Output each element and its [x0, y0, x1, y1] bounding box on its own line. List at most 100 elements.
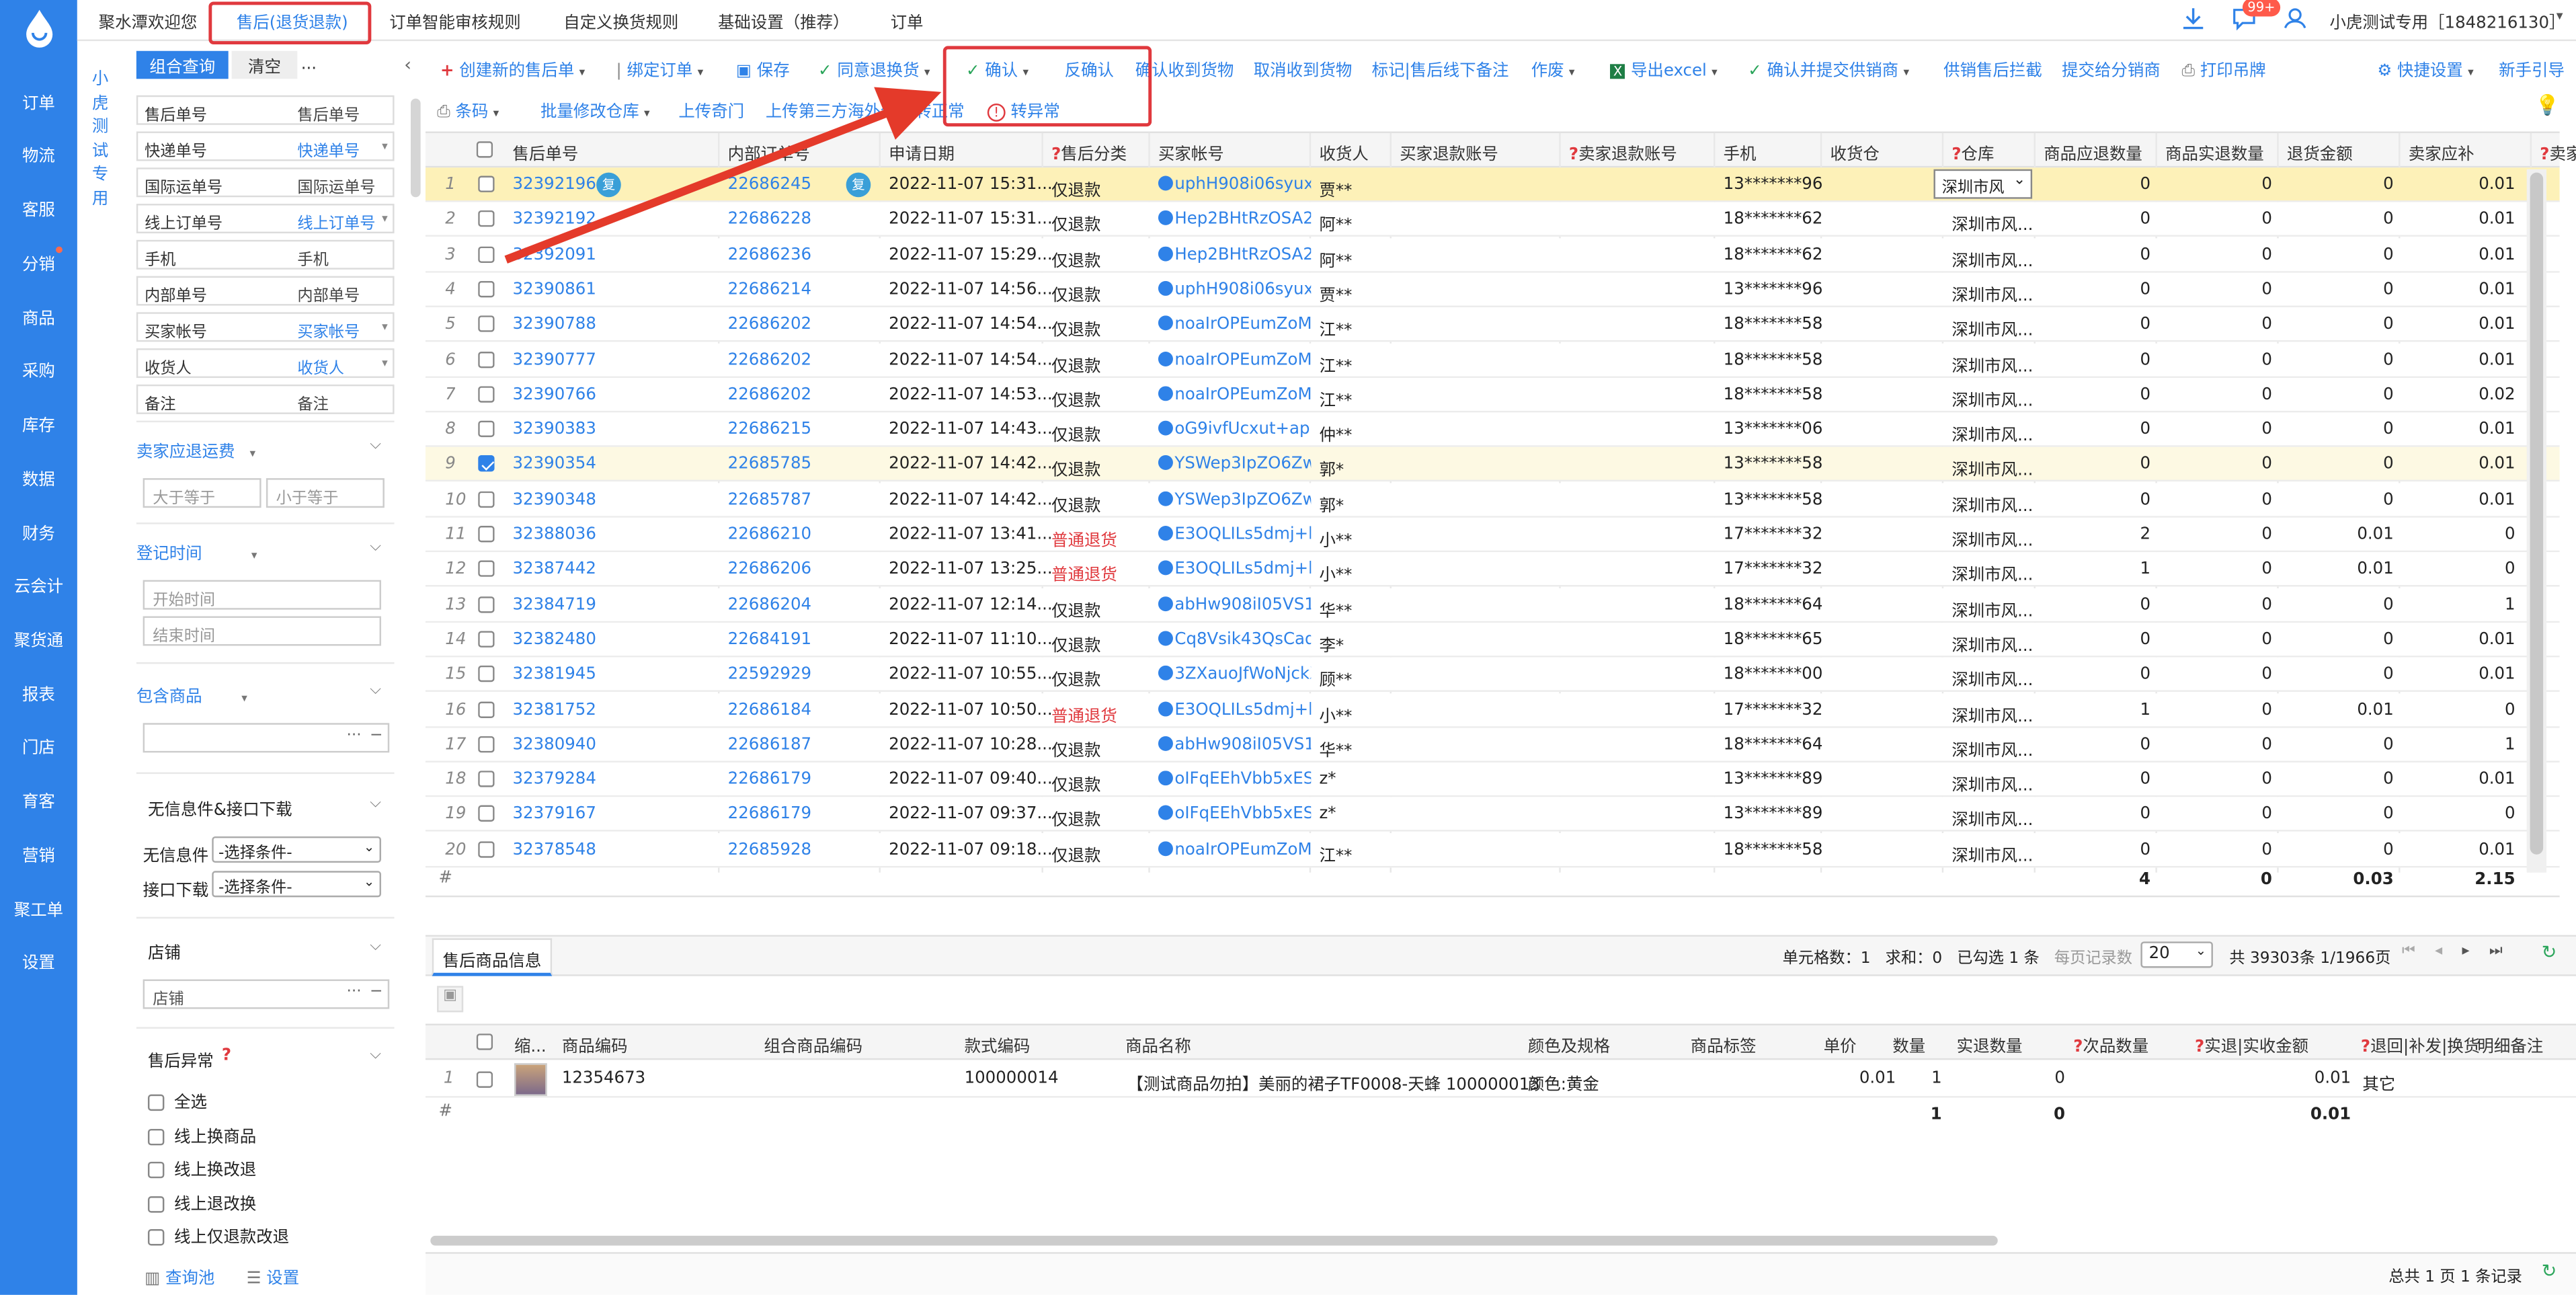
row-checkbox[interactable] [478, 420, 495, 439]
nav-item-0[interactable]: 订单 [0, 89, 77, 114]
filter-field-input[interactable]: 线上订单号 [297, 210, 375, 233]
filter-settings-button[interactable]: ☰ 设置 [247, 1263, 300, 1288]
chevron-down-icon[interactable]: ▾ [382, 212, 388, 225]
help-icon[interactable]: ? [1951, 147, 1961, 165]
table-row[interactable]: 11 32388036 22686210 2022-11-07 13:41... 普通退… [425, 517, 2560, 553]
detail-refresh-icon[interactable]: ↻ [2542, 1260, 2557, 1282]
buyer-account-link[interactable]: abHw908iI05VS18 [1158, 596, 1311, 614]
reg-time-section[interactable]: 登记时间 ▾ ⌵ [136, 539, 395, 564]
last-page-icon[interactable]: ⏭ [2489, 943, 2522, 959]
inner-order-link[interactable]: 22686202 [728, 386, 811, 404]
help-icon[interactable]: ? [1051, 147, 1061, 165]
after-sale-id-link[interactable]: 32390766 [512, 386, 596, 404]
buyer-account-link[interactable]: uphH908i06syux4 [1158, 280, 1311, 299]
table-row[interactable]: 4 32390861 22686214 2022-11-07 14:56... 仅退款 u… [425, 272, 2560, 307]
chevron-down-icon[interactable]: ▾ [382, 356, 388, 370]
row-checkbox[interactable] [478, 631, 495, 649]
product-thumbnail[interactable] [514, 1063, 547, 1097]
detail-column-header-5[interactable]: 颜色及规格 [1528, 1032, 1610, 1065]
nav-item-12[interactable]: 门店 [0, 733, 77, 758]
detail-column-header-7[interactable]: 单价 [1824, 1032, 1857, 1065]
buyer-account-link[interactable]: uphH908i06syux4 [1158, 175, 1311, 194]
after-sale-id-link[interactable]: 32381752 [512, 701, 596, 719]
buyer-account-link[interactable]: noaIrOPEumZoM6 [1158, 385, 1311, 404]
end-time-input[interactable]: 结束时间 [143, 616, 381, 646]
app-logo[interactable] [0, 0, 77, 56]
nav-item-9[interactable]: 云会计 [0, 572, 77, 596]
table-row[interactable]: 12 32387442 22686206 2022-11-07 13:25... 普通退… [425, 552, 2560, 588]
upload-overseas-button[interactable]: 上传第三方海外仓 [766, 97, 897, 122]
inner-order-link[interactable]: 22684191 [728, 631, 811, 649]
bind-order-button[interactable]: | 绑定订单 ▾ [616, 56, 703, 81]
offline-note-button[interactable]: 标记|售后线下备注 [1372, 56, 1509, 81]
detail-column-header-11[interactable]: ?实退|实收金额 [2195, 1032, 2308, 1065]
chevron-down-icon[interactable]: ⌵ [370, 682, 381, 698]
row-checkbox[interactable] [478, 245, 495, 264]
buyer-account-link[interactable]: oIFqEEhVbb5xESf [1158, 806, 1311, 824]
detail-column-header-10[interactable]: ?次品数量 [2073, 1032, 2148, 1065]
inner-order-link[interactable]: 22686228 [728, 211, 811, 229]
inner-order-link[interactable]: 22686179 [728, 806, 811, 824]
api-download-select[interactable]: -选择条件- ⌄ [212, 871, 381, 898]
freight-lte-input[interactable]: 小于等于 [266, 478, 385, 508]
after-sale-id-link[interactable]: 32380940 [512, 736, 596, 754]
buyer-account-link[interactable]: oG9ivfUcxut+apP( [1158, 420, 1311, 439]
buyer-account-link[interactable]: YSWep3IpZO6ZwI [1158, 490, 1311, 509]
tab-basic-settings[interactable]: 基础设置（推荐） [718, 8, 850, 33]
filter-field-3[interactable]: 线上订单号 线上订单号 ▾ [136, 204, 395, 234]
inner-order-link[interactable]: 22592929 [728, 666, 811, 684]
filter-field-input[interactable]: 手机 [297, 247, 328, 270]
help-icon[interactable]: ? [1569, 147, 1578, 165]
per-page-select[interactable]: 20 ⌄ [2140, 941, 2213, 968]
after-sale-id-link[interactable]: 32390861 [512, 281, 596, 299]
row-checkbox[interactable] [478, 736, 495, 754]
inner-order-link[interactable]: 22686204 [728, 596, 811, 614]
lightbulb-icon[interactable]: 💡 [2535, 93, 2560, 116]
tab-after-sale-goods[interactable]: 售后商品信息 [432, 938, 553, 976]
tab-custom-exchange-rules[interactable]: 自定义换货规则 [563, 8, 678, 33]
detail-column-header-3[interactable]: 款式编码 [965, 1032, 1031, 1065]
shop-input[interactable]: 店铺 ··· − [143, 979, 390, 1009]
minus-icon[interactable]: − [370, 982, 383, 1000]
combo-query-button[interactable]: 组合查询 [136, 50, 229, 79]
inner-order-link[interactable]: 22686184 [728, 701, 811, 719]
filter-field-input[interactable]: 收货人 [297, 355, 344, 378]
supplier-intercept-button[interactable]: 供销售后拦截 [1943, 56, 2042, 81]
nav-item-13[interactable]: 育客 [0, 787, 77, 812]
help-icon[interactable]: ? [222, 1047, 231, 1065]
first-page-icon[interactable]: ⏮ [2402, 943, 2435, 959]
batch-warehouse-button[interactable]: 批量修改仓库 ▾ [540, 97, 650, 122]
filter-field-7[interactable]: 收货人 收货人 ▾ [136, 348, 395, 379]
more-icon[interactable]: ··· [347, 982, 362, 1000]
nav-item-7[interactable]: 数据 [0, 465, 77, 489]
row-checkbox[interactable] [478, 840, 495, 859]
help-icon[interactable]: ? [2195, 1039, 2204, 1057]
table-row[interactable]: 19 32379167 22686179 2022-11-07 09:37... 仅退款… [425, 797, 2560, 832]
filter-scrollbar[interactable] [410, 98, 421, 198]
quick-settings-button[interactable]: ⚙ 快捷设置 ▾ [2377, 56, 2473, 81]
after-sale-id-link[interactable]: 32392196 [512, 175, 596, 194]
row-checkbox[interactable] [478, 175, 495, 194]
row-checkbox[interactable] [478, 701, 495, 719]
row-checkbox[interactable] [478, 315, 495, 334]
inner-order-link[interactable]: 22686187 [728, 736, 811, 754]
agree-return-button[interactable]: ✓ 同意退换货 ▾ [818, 56, 930, 81]
buyer-account-link[interactable]: abHw908iI05VS18 [1158, 736, 1311, 754]
nav-item-10[interactable]: 聚货通 [0, 626, 77, 651]
row-checkbox[interactable] [478, 596, 495, 614]
more-icon[interactable]: ··· [347, 726, 362, 744]
buyer-account-link[interactable]: E3OQLILs5dmj+h [1158, 561, 1311, 579]
upload-qimen-button[interactable]: 上传奇门 [678, 97, 744, 122]
row-checkbox[interactable] [478, 385, 495, 404]
checkbox[interactable] [147, 1195, 165, 1212]
detail-save-icon[interactable]: ▣ [437, 986, 464, 1013]
row-checkbox[interactable] [478, 210, 495, 229]
table-row[interactable]: 18 32379284 22686179 2022-11-07 09:40... 仅退款… [425, 762, 2560, 797]
table-row[interactable]: 13 32384719 22686204 2022-11-07 12:14... 仅退款… [425, 587, 2560, 623]
inner-order-link[interactable]: 22686236 [728, 246, 811, 264]
next-page-icon[interactable]: ▸ [2462, 943, 2489, 959]
filter-field-0[interactable]: 售后单号 售后单号 [136, 95, 395, 125]
after-sale-id-link[interactable]: 32392091 [512, 246, 596, 264]
after-sale-id-link[interactable]: 32379167 [512, 806, 596, 824]
inner-order-link[interactable]: 22686202 [728, 316, 811, 334]
